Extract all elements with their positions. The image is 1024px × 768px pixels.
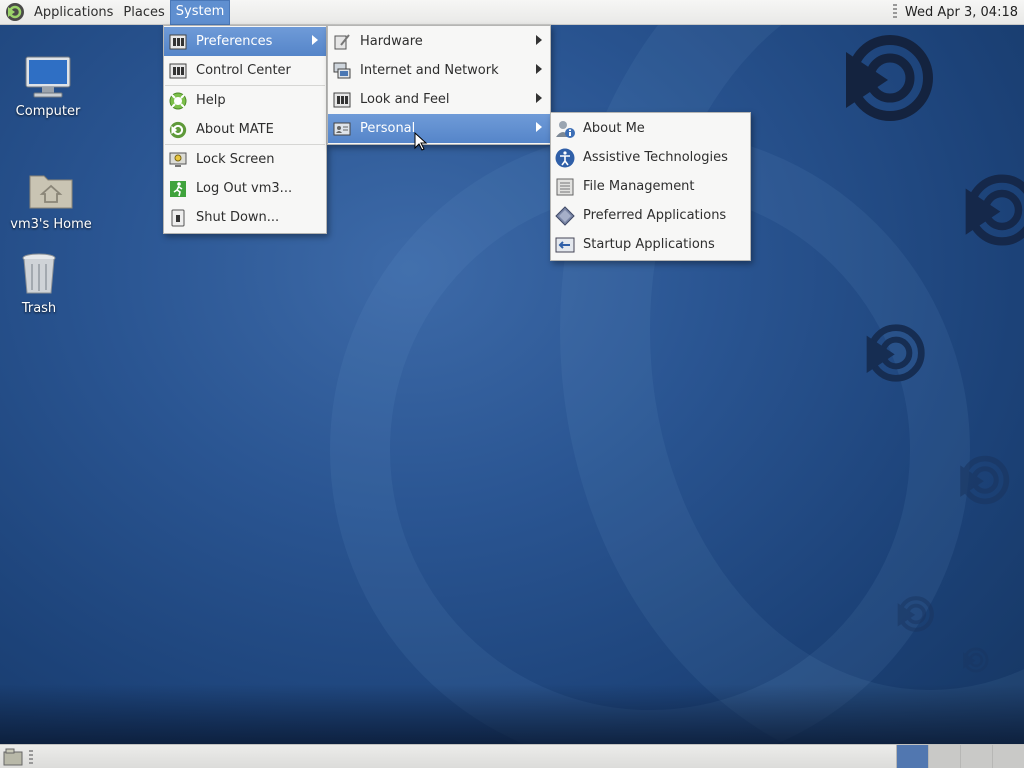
help-icon — [168, 91, 188, 111]
menu-item-label: File Management — [583, 179, 695, 194]
menu-item-about-mate[interactable]: About MATE — [164, 115, 326, 144]
menu-item-label: Lock Screen — [196, 152, 275, 167]
applications-menu[interactable]: Applications — [29, 0, 118, 25]
home-folder-icon — [27, 166, 75, 214]
menu-item-hardware[interactable]: Hardware — [328, 27, 550, 56]
look-and-feel-icon — [332, 90, 352, 110]
menu-item-label: About Me — [583, 121, 645, 136]
wallpaper-mate-logo — [842, 32, 938, 124]
top-panel: Applications Places System Wed Apr 3, 04… — [0, 0, 1024, 25]
desktop-icon-computer[interactable]: Computer — [3, 53, 93, 119]
system-menu[interactable]: System — [169, 0, 231, 25]
clock-area: Wed Apr 3, 04:18 — [892, 4, 1024, 20]
desktop-icon-trash[interactable]: Trash — [0, 250, 84, 316]
menu-item-control-center[interactable]: Control Center — [164, 56, 326, 85]
desktop-icon-label: vm3's Home — [10, 217, 92, 232]
menu-item-look-and-feel[interactable]: Look and Feel — [328, 85, 550, 114]
wallpaper-mate-logo — [958, 454, 1012, 506]
mouse-pointer-icon — [414, 131, 428, 156]
workspace-1[interactable] — [896, 745, 928, 768]
menu-item-label: Shut Down... — [196, 210, 280, 225]
submenu-arrow-icon — [536, 35, 542, 45]
preferences-submenu: Hardware Internet and Network Look and F… — [327, 25, 551, 145]
menu-item-personal[interactable]: Personal — [328, 114, 550, 143]
hardware-icon — [332, 32, 352, 52]
wallpaper-mate-logo — [896, 594, 936, 634]
network-icon — [332, 61, 352, 81]
menu-item-label: Hardware — [360, 34, 423, 49]
submenu-arrow-icon — [536, 64, 542, 74]
control-center-icon — [168, 61, 188, 81]
menu-item-label: Startup Applications — [583, 237, 715, 252]
file-management-icon — [555, 177, 575, 197]
system-menu-dropdown: Preferences Control Center Help About MA… — [163, 25, 327, 234]
menu-item-log-out[interactable]: Log Out vm3... — [164, 174, 326, 203]
wallpaper-mate-logo — [864, 322, 928, 384]
menu-item-label: About MATE — [196, 122, 274, 137]
menu-item-label: Log Out vm3... — [196, 181, 293, 196]
menu-item-label: Look and Feel — [360, 92, 450, 107]
mate-logo-icon[interactable] — [4, 1, 26, 23]
menu-item-assistive-technologies[interactable]: Assistive Technologies — [551, 143, 750, 172]
panel-handle[interactable] — [892, 4, 897, 20]
places-menu[interactable]: Places — [118, 0, 169, 25]
menu-item-shut-down[interactable]: Shut Down... — [164, 203, 326, 232]
bottom-panel — [0, 744, 1024, 768]
computer-icon — [24, 53, 72, 101]
desktop-icon-label: Trash — [21, 301, 57, 316]
trash-icon — [15, 250, 63, 298]
about-me-icon — [555, 119, 575, 139]
shut-down-icon — [168, 208, 188, 228]
menu-item-about-me[interactable]: About Me — [551, 114, 750, 143]
menu-item-label: Assistive Technologies — [583, 150, 728, 165]
menu-item-preferred-applications[interactable]: Preferred Applications — [551, 201, 750, 230]
submenu-arrow-icon — [536, 93, 542, 103]
menu-item-preferences[interactable]: Preferences — [164, 27, 326, 56]
submenu-arrow-icon — [536, 122, 542, 132]
wallpaper-mate-logo — [962, 172, 1024, 248]
mate-logo-icon — [168, 120, 188, 140]
menu-item-label: Help — [196, 93, 226, 108]
workspace-switcher — [896, 745, 1024, 768]
menu-item-label: Personal — [360, 121, 416, 136]
menu-item-label: Control Center — [196, 63, 291, 78]
workspace-3[interactable] — [960, 745, 992, 768]
preferred-applications-icon — [555, 205, 575, 226]
menu-item-internet-and-network[interactable]: Internet and Network — [328, 56, 550, 85]
menu-item-label: Preferred Applications — [583, 208, 727, 223]
workspace-4[interactable] — [992, 745, 1024, 768]
wallpaper-mate-logo — [962, 646, 990, 674]
menu-item-label: Internet and Network — [360, 63, 499, 78]
show-desktop-icon[interactable] — [3, 748, 23, 766]
lock-screen-icon — [168, 150, 188, 170]
submenu-arrow-icon — [312, 35, 318, 45]
menu-item-file-management[interactable]: File Management — [551, 172, 750, 201]
menu-item-lock-screen[interactable]: Lock Screen — [164, 145, 326, 174]
desktop-icon-home[interactable]: vm3's Home — [6, 166, 96, 232]
accessibility-icon — [555, 148, 575, 168]
log-out-icon — [168, 179, 188, 199]
menu-item-startup-applications[interactable]: Startup Applications — [551, 230, 750, 259]
workspace-2[interactable] — [928, 745, 960, 768]
desktop-icon-label: Computer — [15, 104, 81, 119]
menu-item-help[interactable]: Help — [164, 86, 326, 115]
main-menu-bar: Applications Places System — [0, 0, 231, 25]
startup-applications-icon — [555, 235, 575, 255]
personal-submenu: About Me Assistive Technologies File Man… — [550, 112, 751, 261]
preferences-icon — [168, 32, 188, 52]
menu-item-label: Preferences — [196, 34, 273, 49]
personal-icon — [332, 119, 352, 139]
panel-handle[interactable] — [29, 749, 33, 764]
clock[interactable]: Wed Apr 3, 04:18 — [905, 5, 1018, 20]
